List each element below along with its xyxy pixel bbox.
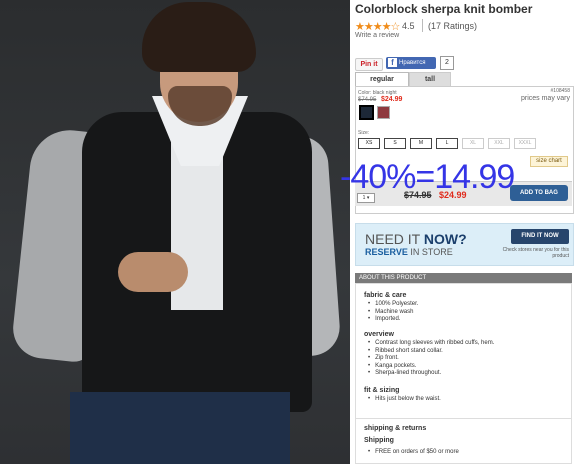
list-item: Ribbed short stand collar. bbox=[368, 348, 494, 356]
size-xl[interactable]: XL bbox=[462, 138, 484, 149]
size-xxxl[interactable]: XXXL bbox=[514, 138, 536, 149]
product-panel: Colorblock sherpa knit bomber ★★★★☆ 4.5 … bbox=[354, 0, 574, 464]
list-item: Sherpa-lined throughout. bbox=[368, 370, 494, 378]
in-store-text: IN STORE bbox=[407, 247, 453, 257]
pinit-button[interactable]: Pin it bbox=[355, 58, 383, 71]
facebook-like-count: 2 bbox=[440, 56, 454, 70]
list-item: 100% Polyester. bbox=[368, 301, 418, 309]
reserve-in-store-text: RESERVE IN STORE bbox=[365, 247, 453, 257]
facebook-like-button[interactable]: f Нравится bbox=[386, 57, 436, 69]
size-xxl[interactable]: XXL bbox=[488, 138, 510, 149]
shipping-subheading: Shipping bbox=[364, 437, 394, 444]
product-title: Colorblock sherpa knit bomber bbox=[355, 2, 533, 16]
rating-divider bbox=[422, 19, 423, 32]
fit-sizing-list: Hits just below the waist. bbox=[368, 396, 441, 404]
list-item: Hits just below the waist. bbox=[368, 396, 441, 404]
shipping-returns-heading[interactable]: shipping & returns bbox=[364, 425, 426, 432]
size-l[interactable]: L bbox=[436, 138, 458, 149]
size-label: Size: bbox=[358, 130, 370, 136]
photo-jeans bbox=[70, 392, 290, 464]
original-price: $74.95 bbox=[358, 97, 377, 103]
check-stores-text: Check stores near you for this product bbox=[502, 247, 569, 259]
list-item: Kanga pockets. bbox=[368, 363, 494, 371]
overview-heading: overview bbox=[364, 331, 394, 338]
shipping-box: shipping & returns Shipping FREE on orde… bbox=[355, 418, 572, 464]
about-product-box: fabric & care 100% Polyester. Machine wa… bbox=[355, 283, 572, 423]
reserve-text: RESERVE bbox=[365, 247, 408, 257]
photo-hair bbox=[142, 2, 256, 72]
ratings-count[interactable]: (17 Ratings) bbox=[428, 21, 477, 31]
list-item: Contrast long sleeves with ribbed cuffs,… bbox=[368, 340, 494, 348]
overview-list: Contrast long sleeves with ribbed cuffs,… bbox=[368, 340, 494, 378]
need-it-text: NEED IT bbox=[365, 231, 424, 247]
need-it-now-heading: NEED IT NOW? bbox=[365, 231, 467, 247]
prices-vary-note: prices may vary bbox=[520, 95, 570, 102]
size-s[interactable]: S bbox=[384, 138, 406, 149]
fabric-care-list: 100% Polyester. Machine wash Imported. bbox=[368, 301, 418, 324]
list-item: FREE on orders of $50 or more bbox=[368, 449, 459, 457]
rating-value: 4.5 bbox=[402, 21, 415, 31]
photo-hand bbox=[118, 252, 188, 292]
fit-sizing-heading: fit & sizing bbox=[364, 387, 400, 394]
tab-tall[interactable]: tall bbox=[409, 72, 451, 87]
list-item: Zip front. bbox=[368, 355, 494, 363]
about-product-header: ABOUT THIS PRODUCT bbox=[355, 273, 572, 283]
discount-overlay-text: -40%=14.99 bbox=[340, 158, 515, 196]
find-it-now-button[interactable]: FIND IT NOW bbox=[511, 229, 569, 244]
list-item: Imported. bbox=[368, 316, 418, 324]
sale-price: $24.99 bbox=[381, 96, 403, 103]
size-selector: XS S M L XL XXL XXXL bbox=[358, 138, 536, 149]
shipping-list: FREE on orders of $50 or more bbox=[368, 449, 459, 457]
add-to-bag-button[interactable]: ADD TO BAG bbox=[510, 185, 568, 201]
now-text: NOW? bbox=[423, 231, 467, 247]
list-item: Machine wash bbox=[368, 309, 418, 317]
product-photo bbox=[0, 0, 350, 464]
size-chart-link[interactable]: size chart bbox=[530, 156, 568, 167]
fabric-care-heading: fabric & care bbox=[364, 292, 407, 299]
item-number: #108458 bbox=[550, 88, 570, 94]
tab-regular[interactable]: regular bbox=[355, 72, 409, 86]
write-review-link[interactable]: Write a review bbox=[355, 32, 399, 39]
size-m[interactable]: M bbox=[410, 138, 432, 149]
swatch-black-night[interactable] bbox=[359, 105, 374, 120]
size-xs[interactable]: XS bbox=[358, 138, 380, 149]
swatch-burgundy[interactable] bbox=[377, 106, 390, 119]
facebook-icon: f bbox=[388, 58, 397, 67]
facebook-like-label: Нравится bbox=[399, 60, 426, 66]
